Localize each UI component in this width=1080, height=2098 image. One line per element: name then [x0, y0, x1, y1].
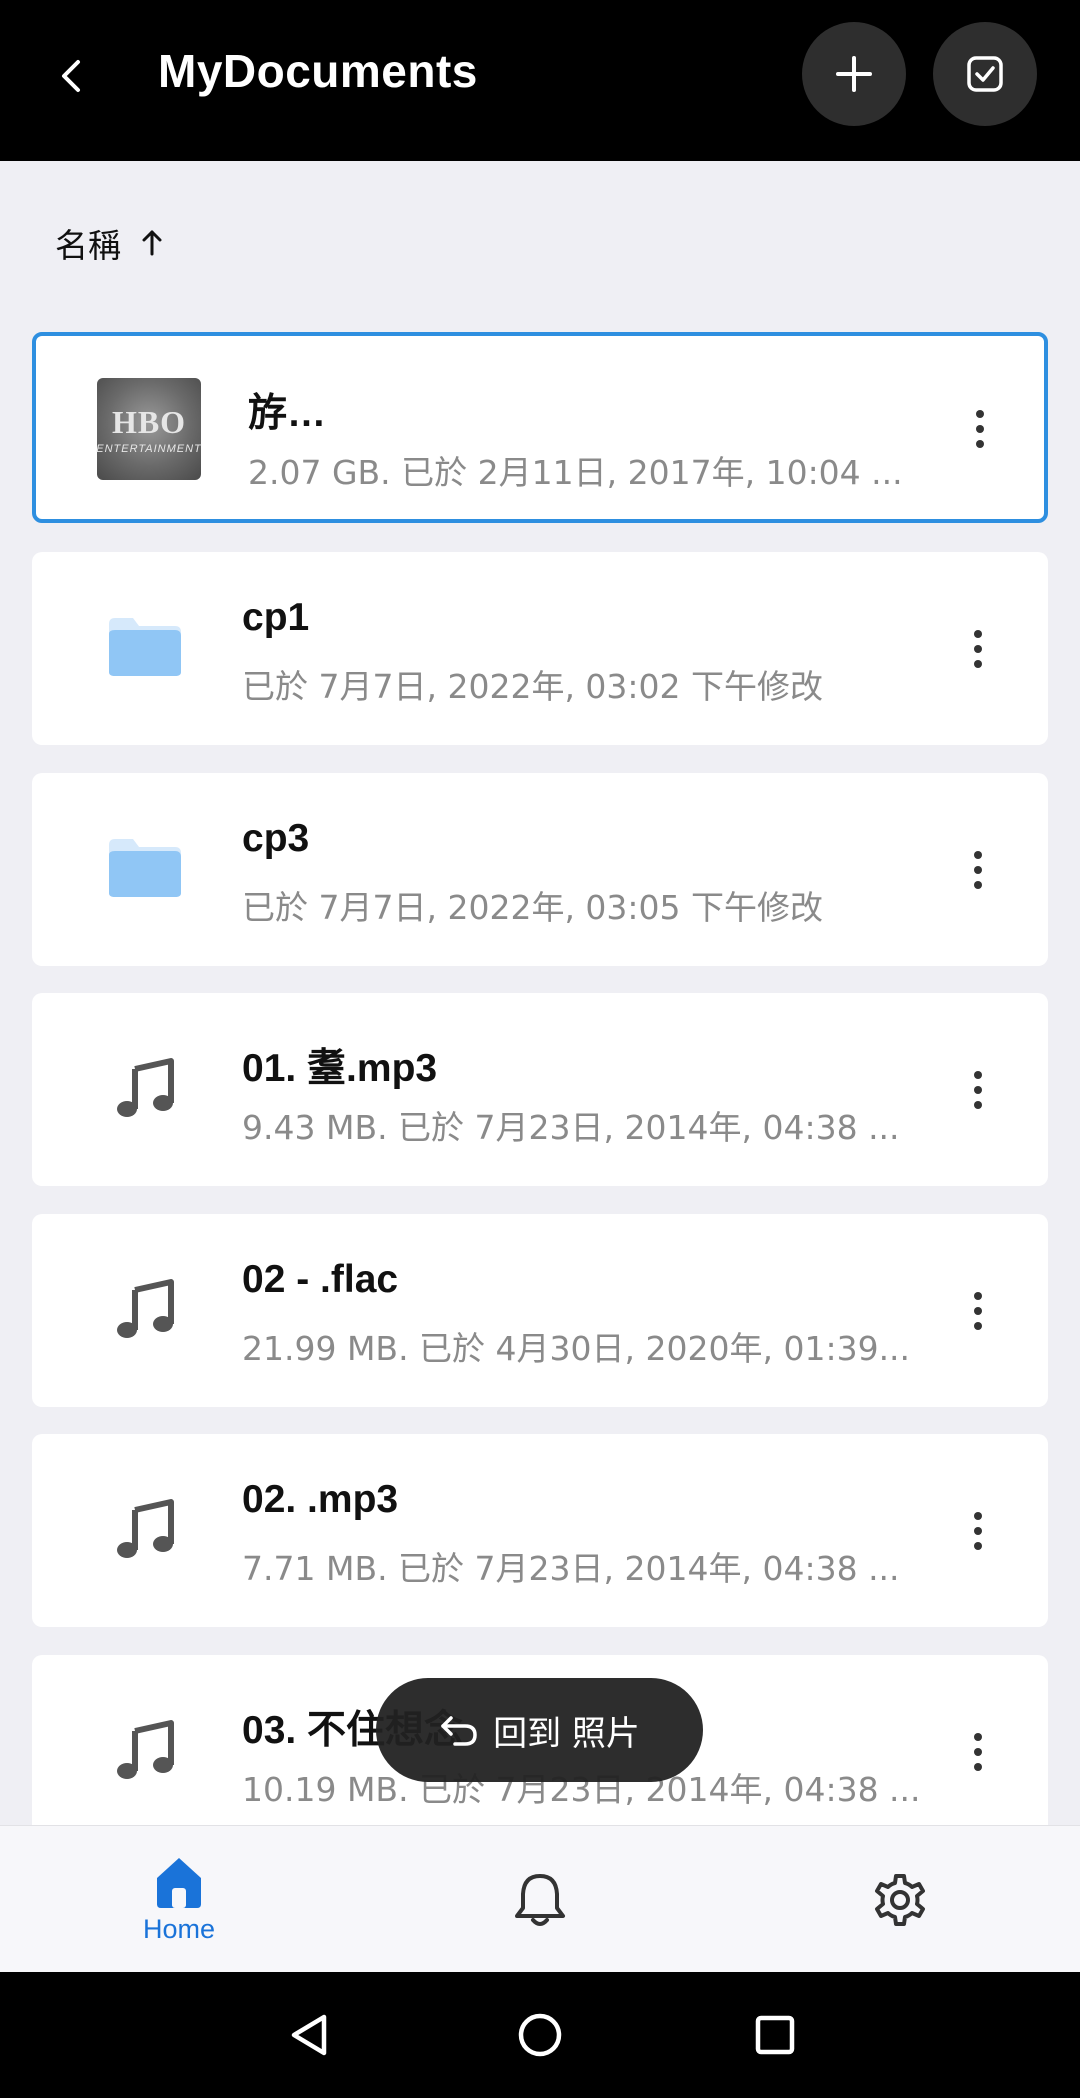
system-navigation-bar: [0, 1972, 1080, 2098]
undo-arrow-icon: [441, 1716, 477, 1746]
circle-home-icon: [518, 2013, 562, 2057]
folder-icon: [92, 815, 198, 921]
back-to-photos-toast[interactable]: 回到 照片: [376, 1678, 703, 1782]
list-item[interactable]: 02 - .flac 21.99 MB. 已於 4月30日, 2020年, 01…: [32, 1214, 1048, 1407]
square-recents-icon: [755, 2015, 795, 2055]
more-options-button[interactable]: [958, 1496, 998, 1566]
page-title: MyDocuments: [158, 45, 478, 97]
nav-home-label: Home: [142, 1914, 216, 1944]
thumbnail-subtext: ENTERTAINMENT: [96, 442, 202, 455]
item-meta: 已於 7月7日, 2022年, 03:05 下午修改: [242, 888, 824, 927]
list-item[interactable]: HBO ENTERTAINMENT 斿… 2.07 GB. 已於 2月11日, …: [32, 332, 1048, 523]
item-meta: 已於 7月7日, 2022年, 03:02 下午修改: [242, 667, 824, 706]
nav-notifications[interactable]: [440, 1826, 640, 1973]
item-name: 斿…: [248, 392, 327, 435]
more-options-button[interactable]: [958, 1276, 998, 1346]
music-note-icon: [92, 1697, 198, 1803]
more-options-button[interactable]: [958, 835, 998, 905]
folder-icon: [92, 594, 198, 700]
bottom-navigation: Home: [0, 1825, 1080, 1972]
list-item[interactable]: 02. .mp3 7.71 MB. 已於 7月23日, 2014年, 04:38…: [32, 1434, 1048, 1627]
plus-icon: [836, 56, 872, 92]
checkbox-icon: [967, 56, 1003, 92]
arrow-up-icon: [142, 230, 162, 256]
sort-label: 名稱: [55, 226, 121, 265]
more-options-button[interactable]: [958, 614, 998, 684]
more-options-button[interactable]: [958, 1717, 998, 1787]
item-name: cp3: [242, 817, 310, 860]
list-item[interactable]: cp1 已於 7月7日, 2022年, 03:02 下午修改: [32, 552, 1048, 745]
triangle-back-icon: [291, 2014, 327, 2056]
music-note-icon: [92, 1476, 198, 1582]
item-meta: 9.43 MB. 已於 7月23日, 2014年, 04:38 ...: [242, 1108, 900, 1147]
item-name: 01. 耋.mp3: [242, 1047, 438, 1090]
thumbnail-logo: HBO: [111, 403, 187, 440]
nav-home[interactable]: Home: [79, 1826, 279, 1973]
screen: MyDocuments 名稱 HBO ENTERTAINMENT 斿… 2.07…: [0, 0, 1080, 2098]
list-item[interactable]: cp3 已於 7月7日, 2022年, 03:05 下午修改: [32, 773, 1048, 966]
item-name: 02 - .flac: [242, 1258, 399, 1301]
more-options-button[interactable]: [960, 394, 1000, 464]
item-meta: 7.71 MB. 已於 7月23日, 2014年, 04:38 ...: [242, 1549, 900, 1588]
add-button[interactable]: [802, 22, 906, 126]
music-note-icon: [92, 1035, 198, 1141]
more-options-button[interactable]: [958, 1055, 998, 1125]
video-thumbnail: HBO ENTERTAINMENT: [96, 376, 202, 482]
bell-icon: [515, 1873, 565, 1926]
sort-control[interactable]: 名稱: [55, 218, 165, 268]
item-meta: 2.07 GB. 已於 2月11日, 2017年, 10:04 ...: [248, 453, 903, 492]
system-recents-button[interactable]: [745, 2005, 805, 2065]
back-button[interactable]: [40, 40, 104, 112]
item-name: cp1: [242, 596, 310, 639]
system-back-button[interactable]: [278, 2005, 338, 2065]
system-home-button[interactable]: [510, 2005, 570, 2065]
gear-icon: [875, 1873, 925, 1926]
home-icon: [157, 1858, 201, 1908]
list-item[interactable]: 01. 耋.mp3 9.43 MB. 已於 7月23日, 2014年, 04:3…: [32, 993, 1048, 1186]
chevron-left-icon: [62, 60, 80, 92]
toast-label: 回到 照片: [493, 1713, 640, 1754]
select-button[interactable]: [933, 22, 1037, 126]
nav-settings[interactable]: [800, 1826, 1000, 1973]
app-header: MyDocuments: [0, 0, 1080, 161]
item-meta: 21.99 MB. 已於 4月30日, 2020年, 01:39...: [242, 1329, 911, 1368]
item-name: 02. .mp3: [242, 1478, 399, 1521]
music-note-icon: [92, 1256, 198, 1362]
